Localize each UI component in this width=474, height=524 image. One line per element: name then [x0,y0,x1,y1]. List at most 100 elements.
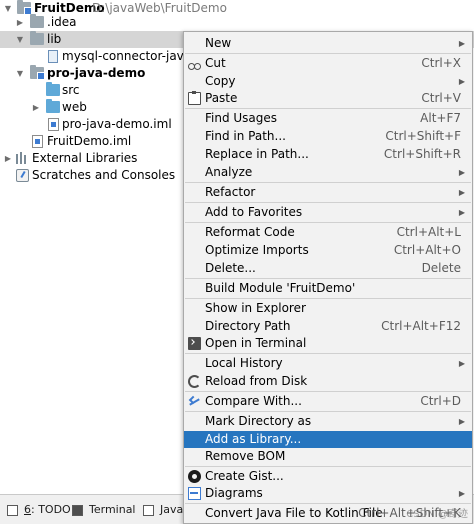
tree-item-label: src [62,83,80,97]
menu-separator [185,503,471,504]
menu-item-shortcut: Delete [421,261,461,275]
menu-item-label: Find Usages [205,111,278,125]
menu-separator [185,353,471,354]
menu-item-compare-with[interactable]: Compare With... Ctrl+D [184,393,472,410]
menu-item-directory-path[interactable]: Directory Path Ctrl+Alt+F12 [184,318,472,335]
submenu-arrow-icon: ▶ [458,188,465,197]
submenu-arrow-icon: ▶ [458,489,465,498]
submenu-arrow-icon: ▶ [458,39,465,48]
tree-item-idea[interactable]: ▶ .idea [0,14,474,31]
github-icon [188,470,201,483]
menu-item-analyze[interactable]: Analyze ▶ [184,164,472,181]
menu-item-diagrams[interactable]: Diagrams ▶ [184,485,472,502]
scissors-icon [188,57,201,70]
menu-item-show-in-explorer[interactable]: Show in Explorer [184,300,472,317]
scratches-icon [16,169,29,182]
todo-icon [7,505,18,516]
menu-item-label: Reload from Disk [205,374,308,388]
menu-item-label: Analyze [205,165,253,179]
menu-item-label: Refactor [205,185,256,199]
submenu-arrow-icon: ▶ [458,359,465,368]
chevron-right-icon[interactable]: ▶ [3,150,13,167]
menu-item-new[interactable]: New ▶ [184,35,472,52]
watermark-text: CSDN @奇迹 [406,509,468,520]
menu-item-optimize-imports[interactable]: Optimize Imports Ctrl+Alt+O [184,242,472,259]
menu-separator [185,53,471,54]
menu-item-label: Convert Java File to Kotlin File [205,506,383,520]
menu-separator [185,108,471,109]
menu-item-label: Find in Path... [205,129,286,143]
folder-icon [30,14,44,28]
submenu-arrow-icon: ▶ [458,208,465,217]
context-menu: New ▶ Cut Ctrl+X Copy ▶ Paste Ctrl+V Fin… [183,31,473,524]
javaee-icon [143,505,154,516]
menu-item-shortcut: Ctrl+V [421,91,461,105]
clipboard-icon [188,91,201,105]
terminal-icon [188,337,201,350]
tree-item-label: pro-java-demo [47,66,146,80]
menu-item-label: Delete... [205,261,256,275]
javaee-tab[interactable]: Java E [143,495,194,524]
menu-item-add-to-favorites[interactable]: Add to Favorites ▶ [184,204,472,221]
menu-item-shortcut: Ctrl+Alt+O [393,243,461,257]
submenu-arrow-icon: ▶ [458,77,465,86]
compare-icon [188,395,201,408]
menu-item-shortcut: Ctrl+X [421,56,461,70]
menu-item-label: Add as Library... [205,432,302,446]
menu-item-label: Open in Terminal [205,336,307,350]
menu-separator [185,278,471,279]
menu-item-build-module[interactable]: Build Module 'FruitDemo' [184,280,472,297]
menu-item-label: Cut [205,56,226,70]
menu-item-remove-bom[interactable]: Remove BOM [184,448,472,465]
menu-item-local-history[interactable]: Local History ▶ [184,355,472,372]
folder-icon [30,31,44,45]
menu-item-mark-directory-as[interactable]: Mark Directory as ▶ [184,413,472,430]
tree-item-label: web [62,100,87,114]
chevron-down-icon[interactable]: ▼ [15,65,25,82]
menu-item-label: Create Gist... [205,469,284,483]
menu-item-shortcut: Ctrl+Shift+R [383,147,461,161]
menu-item-label: Paste [205,91,238,105]
chevron-down-icon[interactable]: ▼ [15,31,25,48]
terminal-tab[interactable]: Terminal [72,495,136,524]
menu-item-refactor[interactable]: Refactor ▶ [184,184,472,201]
chevron-right-icon[interactable]: ▶ [15,14,25,31]
menu-item-shortcut: Ctrl+Alt+F12 [381,319,461,333]
menu-item-create-gist[interactable]: Create Gist... [184,468,472,485]
todo-tab[interactable]: 6: TODO [7,495,71,524]
menu-item-replace-in-path[interactable]: Replace in Path... Ctrl+Shift+R [184,146,472,163]
menu-item-find-in-path[interactable]: Find in Path... Ctrl+Shift+F [184,128,472,145]
menu-item-copy[interactable]: Copy ▶ [184,73,472,90]
terminal-icon [72,505,83,516]
menu-separator [185,411,471,412]
libraries-icon [16,152,28,164]
menu-item-label: Add to Favorites [205,205,303,219]
menu-item-cut[interactable]: Cut Ctrl+X [184,55,472,72]
menu-item-label: Replace in Path... [205,147,309,161]
web-folder-icon [46,99,60,113]
menu-separator [185,298,471,299]
todo-label: : TODO [31,503,71,516]
tree-item-label: .idea [47,15,77,29]
tree-item-label: FruitDemo.iml [47,134,132,148]
tree-item-label: pro-java-demo.iml [62,117,172,131]
menu-item-shortcut: Ctrl+D [420,394,461,408]
chevron-right-icon[interactable]: ▶ [31,99,41,116]
menu-item-find-usages[interactable]: Find Usages Alt+F7 [184,110,472,127]
menu-item-paste[interactable]: Paste Ctrl+V [184,90,472,107]
tree-item-label: Scratches and Consoles [32,168,176,182]
reload-icon [188,375,201,388]
menu-item-reload-from-disk[interactable]: Reload from Disk [184,373,472,390]
menu-item-label: Directory Path [205,319,291,333]
menu-item-reformat-code[interactable]: Reformat Code Ctrl+Alt+L [184,224,472,241]
iml-file-icon [48,118,59,131]
menu-item-open-in-terminal[interactable]: Open in Terminal [184,335,472,352]
module-folder-icon [17,0,32,15]
menu-separator [185,202,471,203]
terminal-label: Terminal [89,503,136,516]
menu-item-delete[interactable]: Delete... Delete [184,260,472,277]
menu-item-add-as-library[interactable]: Add as Library... [184,431,472,448]
menu-item-label: Mark Directory as [205,414,312,428]
submenu-arrow-icon: ▶ [458,417,465,426]
menu-item-label: Compare With... [205,394,302,408]
